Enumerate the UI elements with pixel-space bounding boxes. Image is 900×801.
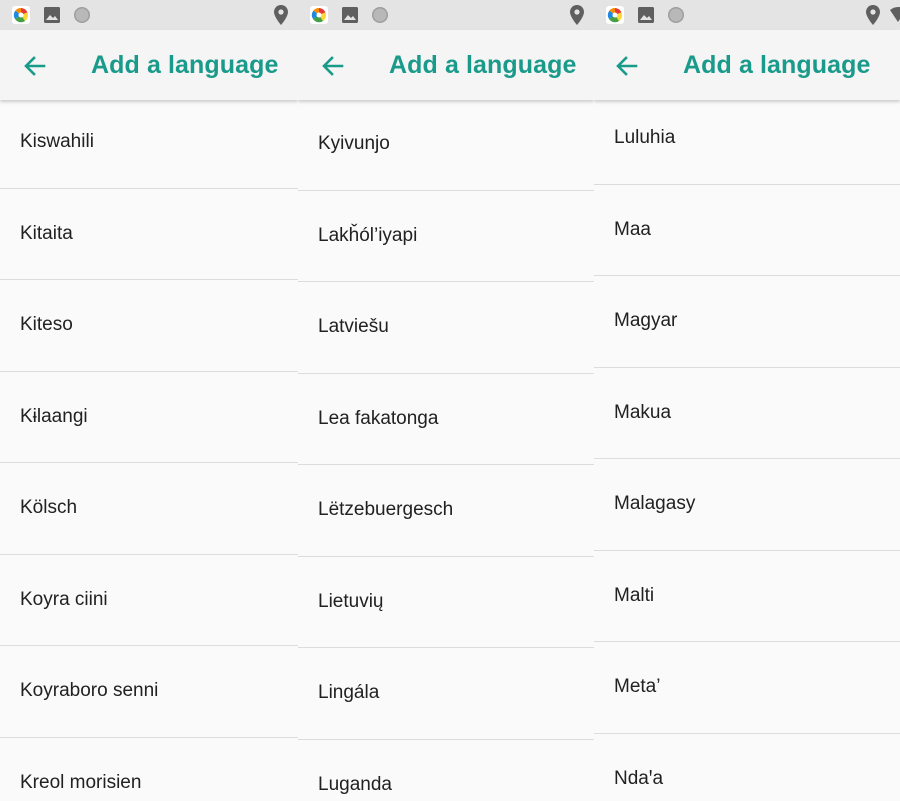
language-list[interactable]: Kiswahili Kitaita Kiteso Kɨlaangi Kölsch Koyr… (0, 97, 298, 801)
photo-icon (44, 7, 60, 23)
language-list-item[interactable]: Kɨlaangi (0, 372, 298, 463)
language-name: Lea fakatonga (318, 407, 439, 429)
circle-icon (668, 7, 684, 23)
language-name: Kitaita (20, 222, 73, 244)
language-list-item[interactable]: Lea fakatonga (298, 374, 594, 465)
language-name: Koyraboro senni (20, 680, 159, 701)
language-list-item[interactable]: Kreol morisien (0, 738, 298, 801)
language-list-item[interactable]: Kyivunjo (298, 99, 594, 191)
page-title: Add a language (91, 51, 279, 79)
circle-icon (372, 7, 388, 23)
language-list[interactable]: Kyivunjo Lakȟól’iyapi Latviešu Lea fakatong… (298, 99, 594, 801)
language-name: Malagasy (614, 493, 696, 514)
language-list-item[interactable]: Kölsch (0, 463, 298, 555)
language-name: Kölsch (20, 497, 78, 518)
app-notification-icon (12, 6, 30, 24)
language-list-item[interactable]: Luluhia (594, 93, 900, 185)
language-name: Lingála (318, 682, 380, 703)
language-name: Lietuvių (318, 590, 384, 612)
language-list-item[interactable]: Magyar (594, 276, 900, 368)
language-list-item[interactable]: Lëtzebuergesch (298, 465, 594, 557)
photo-icon (342, 7, 358, 23)
status-bar (0, 0, 298, 30)
language-name: Makua (614, 401, 672, 423)
status-bar (594, 0, 900, 30)
language-list-item[interactable]: Lakȟól’iyapi (298, 191, 594, 282)
location-icon (866, 5, 880, 25)
language-list-item[interactable]: Ndaꞌa (594, 734, 900, 801)
page-title: Add a language (389, 51, 577, 79)
wifi-icon (890, 7, 900, 22)
screen-panel-2: Add a language Kyivunjo Lakȟól’iyapi Latvi… (298, 0, 594, 801)
app-notification-icon (310, 6, 328, 24)
language-list-item[interactable]: Lingála (298, 648, 594, 740)
language-list-item[interactable]: Luganda (298, 740, 594, 801)
photo-icon (638, 7, 654, 23)
arrow-left-icon[interactable] (320, 53, 346, 79)
language-name: Kyivunjo (318, 133, 390, 154)
language-list-item[interactable]: Lietuvių (298, 557, 594, 648)
status-bar (298, 0, 594, 30)
language-list-item[interactable]: Malti (594, 551, 900, 642)
page-title: Add a language (683, 51, 871, 79)
language-name: Luganda (318, 773, 392, 795)
language-name: Lëtzebuergesch (318, 499, 454, 520)
language-list-item[interactable]: Kiteso (0, 280, 298, 372)
language-name: Koyra ciini (20, 588, 108, 610)
language-list-item[interactable]: Maa (594, 185, 900, 276)
language-list-item[interactable]: Koyraboro senni (0, 646, 298, 738)
language-list-item[interactable]: Malagasy (594, 459, 900, 551)
language-name: Latviešu (318, 316, 389, 337)
language-list-item[interactable]: Koyra ciini (0, 555, 298, 646)
language-name: Maa (614, 218, 651, 240)
circle-icon (74, 7, 90, 23)
language-list-item[interactable]: Kiswahili (0, 97, 298, 189)
arrow-left-icon[interactable] (614, 53, 640, 79)
language-name: Lakȟól’iyapi (318, 224, 418, 246)
app-notification-icon (606, 6, 624, 24)
app-bar: Add a language (0, 30, 298, 100)
language-name: Ndaꞌa (614, 767, 664, 789)
language-name: Kiteso (20, 314, 73, 335)
screen-panel-3: Add a language Luluhia Maa Magyar Makua Mala… (594, 0, 900, 801)
language-name: Malti (614, 584, 655, 606)
language-name: Meta’ (614, 676, 661, 697)
arrow-left-icon[interactable] (22, 53, 48, 79)
language-list-item[interactable]: Kitaita (0, 189, 298, 280)
language-list-item[interactable]: Makua (594, 368, 900, 459)
language-list-item[interactable]: Meta’ (594, 642, 900, 734)
language-name: Magyar (614, 310, 678, 331)
location-icon (274, 5, 288, 25)
location-icon (570, 5, 584, 25)
language-name: Kreol morisien (20, 771, 142, 793)
app-bar: Add a language (594, 30, 900, 100)
language-name: Luluhia (614, 127, 676, 148)
language-name: Kɨlaangi (20, 405, 88, 427)
app-bar: Add a language (298, 30, 594, 100)
language-list[interactable]: Luluhia Maa Magyar Makua Malagasy Malti Meta’ N… (594, 93, 900, 801)
language-list-item[interactable]: Latviešu (298, 282, 594, 374)
language-name: Kiswahili (20, 131, 94, 152)
screen-panel-1: Add a language Kiswahili Kitaita Kiteso Kɨl… (0, 0, 298, 801)
